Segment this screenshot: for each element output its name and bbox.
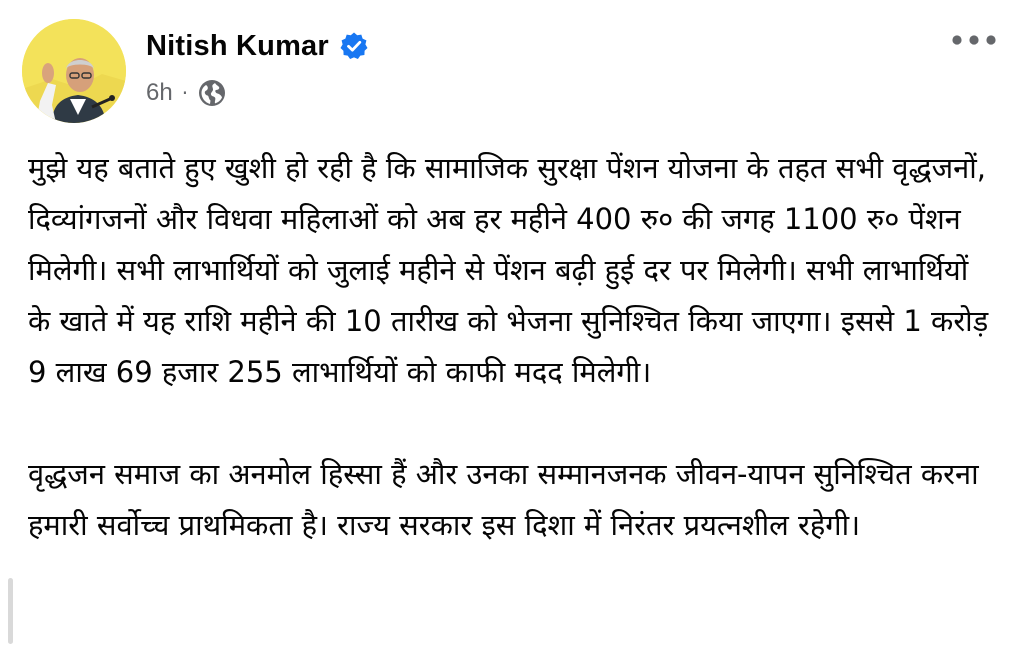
verified-badge-icon (339, 31, 369, 61)
globe-icon[interactable] (197, 78, 227, 108)
post-body: मुझे यह बताते हुए खुशी हो रही है कि सामा… (28, 143, 998, 551)
post-paragraph: मुझे यह बताते हुए खुशी हो रही है कि सामा… (28, 151, 989, 389)
author-avatar[interactable] (22, 19, 126, 123)
author-row: Nitish Kumar (146, 26, 369, 66)
post-meta: 6h · (146, 76, 227, 110)
scroll-indicator (8, 578, 13, 644)
post-paragraph: वृद्धजन समाज का अनमोल हिस्सा हैं और उनका… (28, 457, 979, 542)
post-timestamp[interactable]: 6h (146, 79, 173, 107)
meta-separator: · (181, 81, 189, 105)
author-name[interactable]: Nitish Kumar (146, 30, 329, 63)
more-options-icon[interactable] (950, 28, 998, 52)
avatar-image (22, 19, 126, 123)
facebook-post: Nitish Kumar 6h · मुझे यह बताते हुए खुशी… (0, 0, 1024, 648)
